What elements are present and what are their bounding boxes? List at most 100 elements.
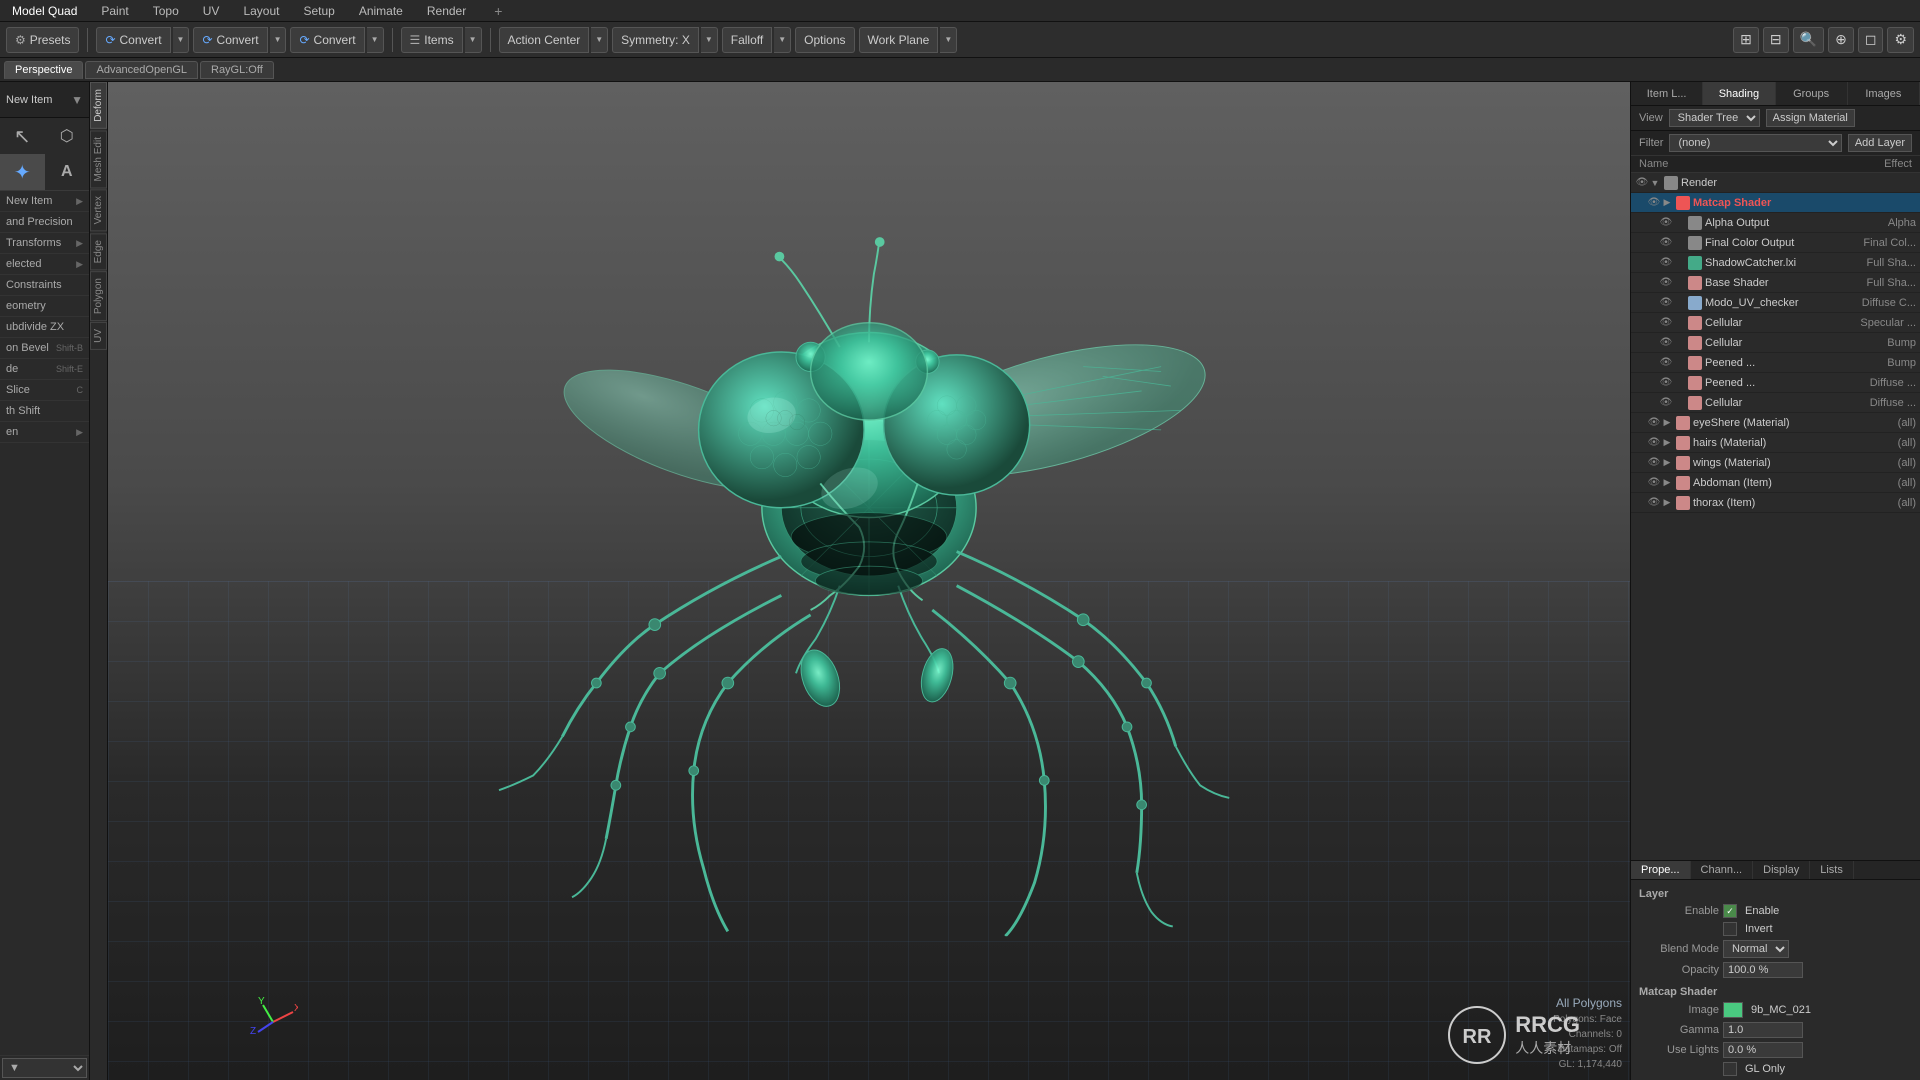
sidebar-tool-transform[interactable]: ✦ [0, 154, 45, 190]
work-plane-button[interactable]: Work Plane [859, 27, 939, 53]
shader-item[interactable]: 👁 ▶ hairs (Material) (all) [1631, 433, 1920, 453]
right-tab-groups[interactable]: Groups [1776, 82, 1848, 105]
sidebar-item-geometry[interactable]: eometry [0, 296, 89, 317]
shader-tree-view-select[interactable]: Shader Tree [1669, 109, 1760, 127]
menu-item-uv[interactable]: UV [199, 2, 224, 20]
new-item-arrow[interactable]: ▼ [71, 93, 83, 107]
sidebar-item-edge[interactable]: de Shift-E [0, 359, 89, 380]
symmetry-button[interactable]: Symmetry: X [612, 27, 699, 53]
symmetry-arrow[interactable]: ▼ [701, 27, 718, 53]
visibility-icon[interactable]: 👁 [1659, 236, 1673, 250]
items-button[interactable]: ☰ Items [401, 27, 463, 53]
properties-tab[interactable]: Prope... [1631, 861, 1691, 879]
falloff-button[interactable]: Falloff [722, 27, 772, 53]
sidebar-item-shift[interactable]: th Shift [0, 401, 89, 422]
invert-checkbox[interactable] [1723, 922, 1737, 936]
viewport-control-2[interactable]: ⊟ [1763, 27, 1789, 53]
menu-item-paint[interactable]: Paint [97, 2, 132, 20]
gamma-input[interactable] [1723, 1022, 1803, 1038]
gl-only-checkbox[interactable] [1723, 1062, 1737, 1076]
shader-item[interactable]: 👁 Alpha Output Alpha [1631, 213, 1920, 233]
sidebar-tool-lasso[interactable]: ⬡ [45, 118, 90, 154]
convert-arrow-2[interactable]: ▼ [270, 27, 287, 53]
sidebar-tool-select[interactable]: ↖ [0, 118, 45, 154]
shader-item[interactable]: 👁 ▶ thorax (Item) (all) [1631, 493, 1920, 513]
action-center-arrow[interactable]: ▼ [591, 27, 608, 53]
shader-filter-select[interactable]: (none) [1669, 134, 1841, 152]
sidebar-tab-uv[interactable]: UV [90, 322, 107, 350]
convert-button-2[interactable]: ⟳ Convert [193, 27, 267, 53]
menu-item-plus[interactable]: + [490, 1, 506, 21]
sidebar-tab-vertex[interactable]: Vertex [90, 189, 107, 231]
visibility-icon[interactable]: 👁 [1647, 456, 1661, 470]
menu-item-layout[interactable]: Layout [239, 2, 283, 20]
shader-item[interactable]: 👁 ▶ Matcap Shader [1631, 193, 1920, 213]
convert-button-3[interactable]: ⟳ Convert [290, 27, 364, 53]
sidebar-tab-deform[interactable]: Deform [90, 82, 107, 129]
visibility-icon[interactable]: 👁 [1659, 296, 1673, 310]
work-plane-arrow[interactable]: ▼ [940, 27, 957, 53]
visibility-icon[interactable]: 👁 [1659, 376, 1673, 390]
items-arrow[interactable]: ▼ [465, 27, 482, 53]
enable-checkbox[interactable] [1723, 904, 1737, 918]
shader-item[interactable]: 👁 Final Color Output Final Col... [1631, 233, 1920, 253]
sidebar-item-new-item[interactable]: New Item ▶ [0, 191, 89, 212]
blend-mode-select[interactable]: Normal [1723, 940, 1789, 958]
shader-item[interactable]: 👁 Cellular Specular ... [1631, 313, 1920, 333]
visibility-icon[interactable]: 👁 [1659, 396, 1673, 410]
convert-button-1[interactable]: ⟳ Convert [96, 27, 170, 53]
visibility-icon[interactable]: 👁 [1659, 256, 1673, 270]
shader-item[interactable]: 👁 ▶ Abdoman (Item) (all) [1631, 473, 1920, 493]
visibility-icon[interactable]: 👁 [1647, 436, 1661, 450]
viewport-control-5[interactable]: ◻ [1858, 27, 1884, 53]
visibility-icon[interactable]: 👁 [1659, 336, 1673, 350]
sidebar-item-transforms[interactable]: Transforms ▶ [0, 233, 89, 254]
falloff-arrow[interactable]: ▼ [774, 27, 791, 53]
visibility-icon[interactable]: 👁 [1647, 196, 1661, 210]
shader-item[interactable]: 👁 ShadowCatcher.lxi Full Sha... [1631, 253, 1920, 273]
add-layer-button[interactable]: Add Layer [1848, 134, 1912, 152]
view-tab-raygl[interactable]: RayGL:Off [200, 61, 274, 79]
image-color-swatch[interactable] [1723, 1002, 1743, 1018]
convert-arrow-1[interactable]: ▼ [173, 27, 190, 53]
opacity-input[interactable] [1723, 962, 1803, 978]
shader-item[interactable]: 👁 Peened ... Diffuse ... [1631, 373, 1920, 393]
visibility-icon[interactable]: 👁 [1659, 316, 1673, 330]
use-lights-input[interactable] [1723, 1042, 1803, 1058]
viewport-control-3[interactable]: 🔍 [1793, 27, 1824, 53]
right-tab-images[interactable]: Images [1848, 82, 1920, 105]
viewport-control-6[interactable]: ⚙ [1887, 27, 1914, 53]
shader-item[interactable]: 👁 ▼ Render [1631, 173, 1920, 193]
sidebar-tab-polygon[interactable]: Polygon [90, 271, 107, 321]
display-tab[interactable]: Display [1753, 861, 1810, 879]
assign-material-button[interactable]: Assign Material [1766, 109, 1855, 127]
viewport-control-4[interactable]: ⊕ [1828, 27, 1854, 53]
sidebar-tab-edge[interactable]: Edge [90, 233, 107, 270]
shader-item[interactable]: 👁 Base Shader Full Sha... [1631, 273, 1920, 293]
right-tab-item-list[interactable]: Item L... [1631, 82, 1703, 105]
options-button[interactable]: Options [795, 27, 854, 53]
visibility-icon[interactable]: 👁 [1659, 276, 1673, 290]
sidebar-item-bevel[interactable]: on Bevel Shift-B [0, 338, 89, 359]
sidebar-item-selected[interactable]: elected ▶ [0, 254, 89, 275]
visibility-icon[interactable]: 👁 [1659, 216, 1673, 230]
sidebar-item-en[interactable]: en ▶ [0, 422, 89, 443]
shader-item[interactable]: 👁 Cellular Bump [1631, 333, 1920, 353]
visibility-icon[interactable]: 👁 [1647, 476, 1661, 490]
shader-item[interactable]: 👁 Modo_UV_checker Diffuse C... [1631, 293, 1920, 313]
viewport[interactable]: All Polygons Polygons: Face Channels: 0 … [108, 82, 1630, 1080]
view-tab-advanced-opengl[interactable]: AdvancedOpenGL [85, 61, 198, 79]
channels-tab[interactable]: Chann... [1691, 861, 1754, 879]
sidebar-tab-mesh-edit[interactable]: Mesh Edit [90, 130, 107, 188]
presets-button[interactable]: ⚙ Presets [6, 27, 79, 53]
convert-arrow-3[interactable]: ▼ [367, 27, 384, 53]
lists-tab[interactable]: Lists [1810, 861, 1854, 879]
visibility-icon[interactable]: 👁 [1647, 416, 1661, 430]
shader-item[interactable]: 👁 Peened ... Bump [1631, 353, 1920, 373]
sidebar-tool-text[interactable]: A [45, 154, 90, 190]
action-center-button[interactable]: Action Center [499, 27, 590, 53]
view-tab-perspective[interactable]: Perspective [4, 61, 83, 79]
right-tab-shading[interactable]: Shading [1703, 82, 1775, 105]
menu-item-model-quad[interactable]: Model Quad [8, 2, 81, 20]
menu-item-setup[interactable]: Setup [299, 2, 338, 20]
